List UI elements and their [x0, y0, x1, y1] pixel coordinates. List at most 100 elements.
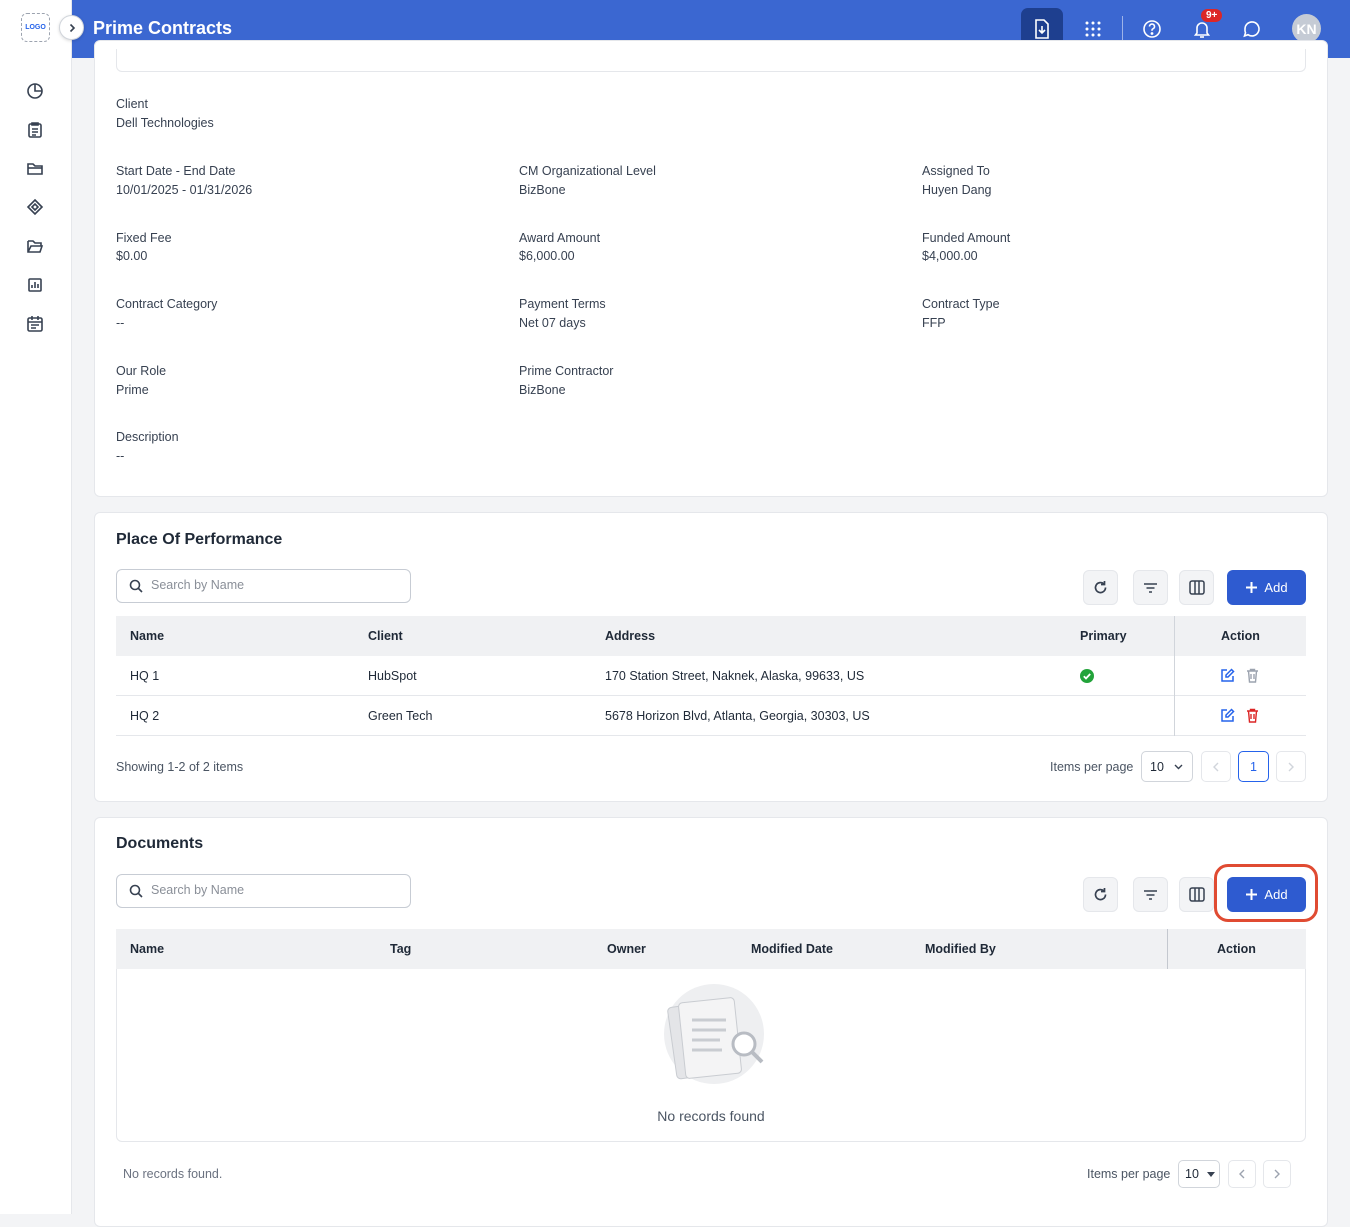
- grid-icon: [1085, 21, 1101, 37]
- showing-text: Showing 1-2 of 2 items: [116, 760, 244, 774]
- prev-page-button[interactable]: [1228, 1160, 1256, 1188]
- search-field[interactable]: [151, 883, 391, 897]
- clipboard-icon[interactable]: [25, 120, 45, 140]
- columns-icon: [1188, 580, 1205, 595]
- client-label: Client: [116, 97, 148, 111]
- items-per-page-value: 10: [1185, 1167, 1199, 1181]
- org-level-value: BizBone: [519, 183, 566, 197]
- payment-terms-label: Payment Terms: [519, 297, 606, 311]
- items-per-page-value: 10: [1150, 759, 1164, 774]
- avatar[interactable]: KN: [1292, 14, 1321, 43]
- prime-contractor-label: Prime Contractor: [519, 364, 614, 378]
- assigned-to-label: Assigned To: [922, 164, 990, 178]
- filter-button[interactable]: [1133, 877, 1168, 912]
- column-divider: [1174, 616, 1175, 736]
- plus-icon: [1246, 582, 1258, 593]
- chevron-right-icon: [69, 23, 75, 32]
- description-label: Description: [116, 430, 179, 444]
- column-header-name[interactable]: Name: [130, 942, 164, 956]
- edit-icon[interactable]: [1220, 708, 1235, 723]
- chevron-right-icon: [1274, 1169, 1280, 1179]
- category-value: --: [116, 316, 125, 330]
- search-icon: [129, 884, 143, 898]
- folder-open-icon[interactable]: [25, 236, 45, 256]
- assigned-to-value: Huyen Dang: [922, 183, 992, 197]
- documents-card: Documents Add Name Tag Owner Modified Da…: [94, 817, 1328, 1227]
- column-header-tag[interactable]: Tag: [390, 942, 411, 956]
- contract-type-value: FFP: [922, 316, 946, 330]
- column-header-primary[interactable]: Primary: [1080, 629, 1127, 643]
- contract-details-card: Client Dell Technologies Start Date - En…: [94, 40, 1328, 497]
- documents-table: Name Tag Owner Modified Date Modified By…: [116, 929, 1306, 1142]
- add-button[interactable]: Add: [1227, 570, 1306, 605]
- delete-icon[interactable]: [1246, 668, 1259, 683]
- tag-icon[interactable]: [25, 197, 45, 217]
- page-button-current[interactable]: 1: [1238, 751, 1269, 782]
- filter-icon: [1144, 582, 1157, 593]
- chevron-left-icon: [1213, 762, 1219, 771]
- columns-button[interactable]: [1179, 570, 1214, 605]
- dates-label: Start Date - End Date: [116, 164, 236, 178]
- contract-type-label: Contract Type: [922, 297, 1000, 311]
- filter-button[interactable]: [1133, 570, 1168, 605]
- caret-down-icon: [1206, 1171, 1215, 1177]
- table-header: Name Tag Owner Modified Date Modified By…: [116, 929, 1306, 969]
- refresh-button[interactable]: [1083, 877, 1118, 912]
- logo[interactable]: LOGO: [21, 13, 50, 42]
- refresh-button[interactable]: [1083, 570, 1118, 605]
- no-records-footer-text: No records found.: [123, 1167, 223, 1181]
- delete-icon[interactable]: [1246, 708, 1259, 723]
- refresh-icon: [1094, 888, 1107, 901]
- section-title: Documents: [116, 835, 204, 852]
- items-per-page-select[interactable]: 10: [1178, 1160, 1220, 1188]
- category-label: Contract Category: [116, 297, 218, 311]
- search-field[interactable]: [151, 578, 391, 592]
- divider: [1122, 16, 1123, 42]
- primary-check-icon: [1080, 669, 1094, 683]
- column-header-owner[interactable]: Owner: [607, 942, 646, 956]
- description-value: --: [116, 449, 125, 463]
- empty-state-text: No records found: [657, 1108, 765, 1124]
- items-per-page-select[interactable]: 10: [1141, 751, 1193, 782]
- cell-client: HubSpot: [368, 669, 417, 683]
- highlight-annotation: [1214, 864, 1318, 922]
- column-header-modified-by[interactable]: Modified By: [925, 942, 996, 956]
- table-row[interactable]: HQ 2 Green Tech 5678 Horizon Blvd, Atlan…: [116, 696, 1306, 736]
- search-input[interactable]: [116, 569, 411, 603]
- report-icon[interactable]: [25, 275, 45, 295]
- column-header-name[interactable]: Name: [130, 629, 164, 643]
- refresh-icon: [1094, 581, 1107, 594]
- items-per-page-label: Items per page: [1050, 760, 1134, 774]
- award-amount-value: $6,000.00: [519, 249, 575, 263]
- edit-icon[interactable]: [1220, 668, 1235, 683]
- columns-button[interactable]: [1179, 877, 1214, 912]
- dashboard-icon[interactable]: [25, 81, 45, 101]
- column-header-address[interactable]: Address: [605, 629, 655, 643]
- performance-table: Name Client Address Primary Action HQ 1 …: [116, 616, 1306, 737]
- column-header-client[interactable]: Client: [368, 629, 403, 643]
- prime-contractor-value: BizBone: [519, 383, 566, 397]
- filter-icon: [1144, 889, 1157, 900]
- notification-badge: 9+: [1201, 9, 1223, 22]
- help-icon: [1143, 20, 1161, 38]
- collapsed-panel: [116, 49, 1306, 72]
- org-level-label: CM Organizational Level: [519, 164, 656, 178]
- folder-icon[interactable]: [25, 158, 45, 178]
- search-input[interactable]: [116, 874, 411, 908]
- next-page-button[interactable]: [1276, 751, 1306, 782]
- sidebar-toggle-button[interactable]: [59, 15, 84, 40]
- our-role-label: Our Role: [116, 364, 167, 378]
- column-header-action: Action: [1221, 629, 1260, 643]
- table-row[interactable]: HQ 1 HubSpot 170 Station Street, Naknek,…: [116, 656, 1306, 696]
- page-number: 1: [1250, 759, 1257, 774]
- chevron-down-icon: [1174, 764, 1183, 769]
- place-of-performance-card: Place Of Performance Add Name Client Add…: [94, 512, 1328, 802]
- prev-page-button[interactable]: [1201, 751, 1231, 782]
- calendar-icon[interactable]: [25, 314, 45, 334]
- items-per-page-label: Items per page: [1087, 1167, 1171, 1181]
- next-page-button[interactable]: [1263, 1160, 1291, 1188]
- cell-name: HQ 1: [130, 669, 160, 683]
- fixed-fee-value: $0.00: [116, 249, 148, 263]
- column-header-modified-date[interactable]: Modified Date: [751, 942, 833, 956]
- client-value: Dell Technologies: [116, 116, 214, 130]
